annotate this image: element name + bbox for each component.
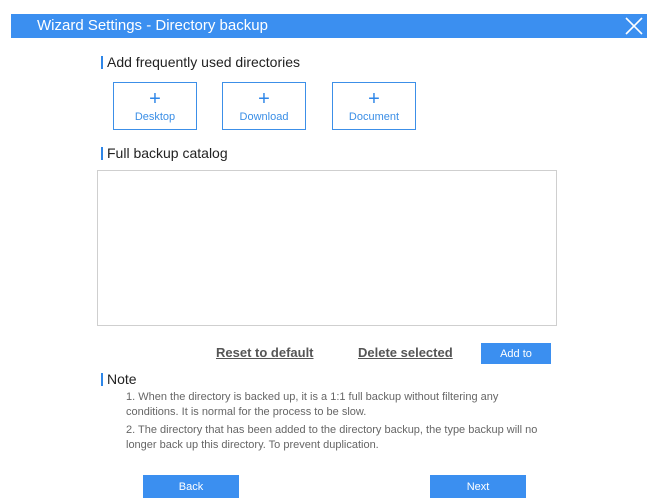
backup-catalog-heading: Full backup catalog <box>101 145 228 161</box>
backup-catalog-list[interactable] <box>97 170 557 326</box>
add-download-label: Download <box>239 111 289 123</box>
title-bar: Wizard Settings - Directory backup <box>0 0 647 44</box>
reset-to-default-button[interactable]: Reset to default <box>216 345 314 360</box>
add-document-label: Document <box>348 111 400 123</box>
add-desktop-label: Desktop <box>134 111 176 123</box>
backup-catalog-heading-text: Full backup catalog <box>107 145 228 161</box>
frequent-dirs-heading-text: Add frequently used directories <box>107 54 300 70</box>
note-heading-text: Note <box>107 371 137 387</box>
note-line-2: 2. The directory that has been added to … <box>126 424 538 451</box>
heading-accent-bar <box>101 55 103 69</box>
frequent-dirs-heading: Add frequently used directories <box>101 54 300 70</box>
heading-accent-bar <box>101 372 103 386</box>
add-to-button[interactable]: Add to <box>481 343 551 364</box>
next-button[interactable]: Next <box>430 475 526 498</box>
plus-icon: + <box>258 88 270 110</box>
delete-selected-button[interactable]: Delete selected <box>358 345 453 360</box>
note-heading: Note <box>101 371 137 387</box>
close-button[interactable] <box>623 14 645 38</box>
close-icon <box>625 17 643 35</box>
back-button[interactable]: Back <box>143 475 239 498</box>
note-line-1: 1. When the directory is backed up, it i… <box>126 391 499 418</box>
add-document-button[interactable]: + Document <box>332 82 416 130</box>
plus-icon: + <box>149 88 161 110</box>
title-bar-strip: Wizard Settings - Directory backup <box>11 14 647 38</box>
heading-accent-bar <box>101 146 103 160</box>
plus-icon: + <box>368 88 380 110</box>
note-body: 1. When the directory is backed up, it i… <box>126 390 546 456</box>
window-title: Wizard Settings - Directory backup <box>37 17 268 34</box>
add-desktop-button[interactable]: + Desktop <box>113 82 197 130</box>
add-download-button[interactable]: + Download <box>222 82 306 130</box>
